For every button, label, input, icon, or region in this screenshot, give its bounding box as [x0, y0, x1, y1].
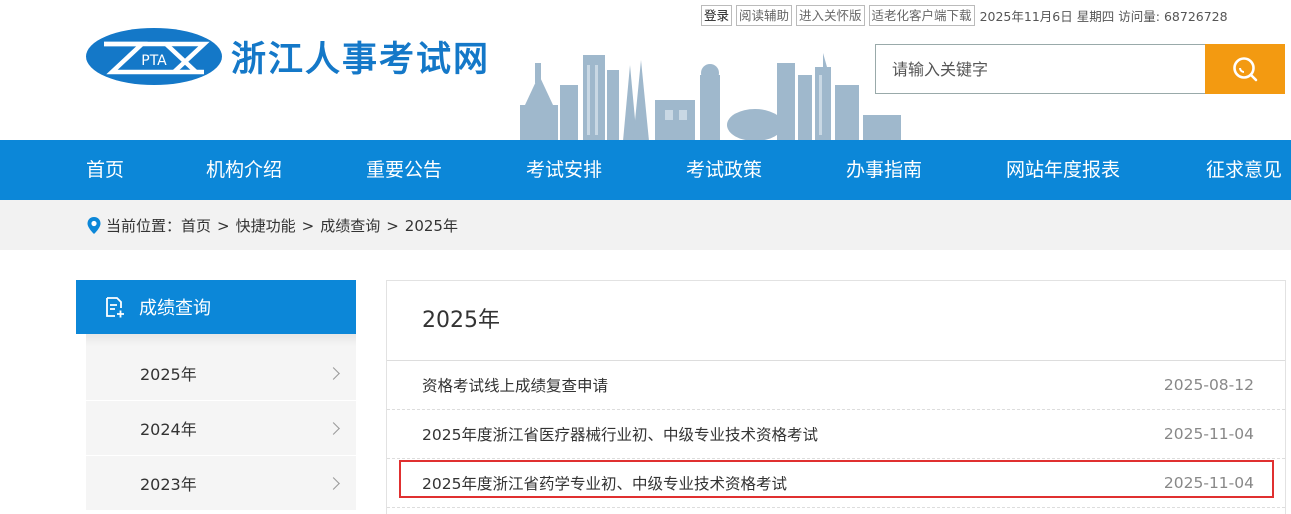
breadcrumb-bar: 当前位置： 首页 > 快捷功能 > 成绩查询 > 2025年: [0, 200, 1291, 250]
sidebar-title: 成绩查询: [139, 298, 211, 319]
highlight-box: [399, 460, 1274, 498]
nav-feedback[interactable]: 征求意见: [1206, 140, 1282, 200]
sidebar-header-shadow: [86, 334, 356, 346]
location-pin-icon: [87, 217, 101, 234]
visits-label: 访问量:: [1118, 8, 1160, 24]
top-utility-bar: 登录 阅读辅助 进入关怀版 适老化客户端下载 2025年11月6日 星期四 访问量:…: [701, 4, 1232, 26]
nav-about[interactable]: 机构介绍: [206, 140, 282, 200]
list-item-date: 2025-08-12: [1163, 376, 1254, 394]
nav-exam-policy[interactable]: 考试政策: [686, 140, 762, 200]
chevron-right-icon: [327, 476, 340, 490]
sidebar-item-label: 2023年: [140, 475, 197, 494]
breadcrumb-separator: >: [301, 216, 315, 235]
breadcrumb-score-query[interactable]: 成绩查询: [320, 215, 380, 236]
nav-exam-schedule[interactable]: 考试安排: [526, 140, 602, 200]
breadcrumb-quick-functions[interactable]: 快捷功能: [236, 215, 296, 236]
care-version-button[interactable]: 进入关怀版: [796, 4, 865, 26]
site-title: 浙江人事考试网: [231, 40, 491, 80]
sidebar-item-label: 2025年: [140, 365, 197, 384]
breadcrumb-label: 当前位置：: [106, 217, 182, 235]
date-info: 2025年11月6日 星期四 访问量: 68726728: [980, 6, 1232, 25]
breadcrumb-separator: >: [217, 216, 230, 235]
search-icon: [1233, 57, 1258, 82]
nav-guide[interactable]: 办事指南: [846, 140, 922, 200]
list-item[interactable]: 资格考试线上成绩复查申请 2025-08-12: [387, 361, 1285, 410]
document-edit-icon: [105, 296, 125, 318]
list-item[interactable]: 2025年度浙江省医疗器械行业初、中级专业技术资格考试 2025-11-04: [387, 410, 1285, 459]
list-item-title[interactable]: 2025年度浙江省医疗器械行业初、中级专业技术资格考试: [422, 423, 818, 445]
sidebar-item-2024[interactable]: 2024年: [86, 401, 356, 456]
visits-count: 68726728: [1163, 8, 1228, 24]
search-button[interactable]: [1205, 44, 1285, 94]
sidebar-item-2025[interactable]: 2025年: [86, 346, 356, 401]
list-item-date: 2025-11-04: [1163, 425, 1254, 443]
pta-logo-icon: PTA: [86, 28, 222, 85]
nav-annual-report[interactable]: 网站年度报表: [1006, 140, 1120, 200]
nav-home[interactable]: 首页: [86, 140, 124, 200]
login-button[interactable]: 登录: [701, 4, 733, 26]
sidebar-list: 2025年 2024年 2023年: [86, 346, 356, 511]
site-logo[interactable]: PTA 浙江人事考试网: [86, 28, 490, 85]
logo-text: PTA: [141, 53, 167, 69]
chevron-right-icon: [327, 421, 340, 435]
search-box: [875, 44, 1285, 94]
breadcrumb: 当前位置： 首页 > 快捷功能 > 成绩查询 > 2025年: [86, 215, 458, 236]
breadcrumb-separator: >: [386, 216, 399, 235]
reading-aid-button[interactable]: 阅读辅助: [736, 4, 793, 26]
city-skyline-image: [520, 53, 901, 141]
elderly-client-download-button[interactable]: 适老化客户端下载: [868, 4, 975, 26]
chevron-right-icon: [327, 366, 340, 380]
sidebar-item-label: 2024年: [140, 420, 197, 439]
main-nav: 首页 机构介绍 重要公告 考试安排 考试政策 办事指南 网站年度报表 征求意见: [0, 140, 1291, 200]
list-title: 2025年: [387, 281, 1285, 361]
current-weekday: 星期四: [1076, 8, 1115, 24]
breadcrumb-current[interactable]: 2025年: [405, 215, 458, 236]
nav-announcements[interactable]: 重要公告: [366, 140, 442, 200]
list-item-title[interactable]: 资格考试线上成绩复查申请: [422, 374, 608, 396]
current-date: 2025年11月6日: [979, 8, 1073, 24]
page: 登录 阅读辅助 进入关怀版 适老化客户端下载 2025年11月6日 星期四 访问量:…: [0, 0, 1291, 514]
breadcrumb-home[interactable]: 首页: [181, 215, 211, 236]
sidebar-item-2023[interactable]: 2023年: [86, 456, 356, 511]
sidebar-header: 成绩查询: [76, 280, 356, 334]
search-input[interactable]: [875, 44, 1205, 94]
